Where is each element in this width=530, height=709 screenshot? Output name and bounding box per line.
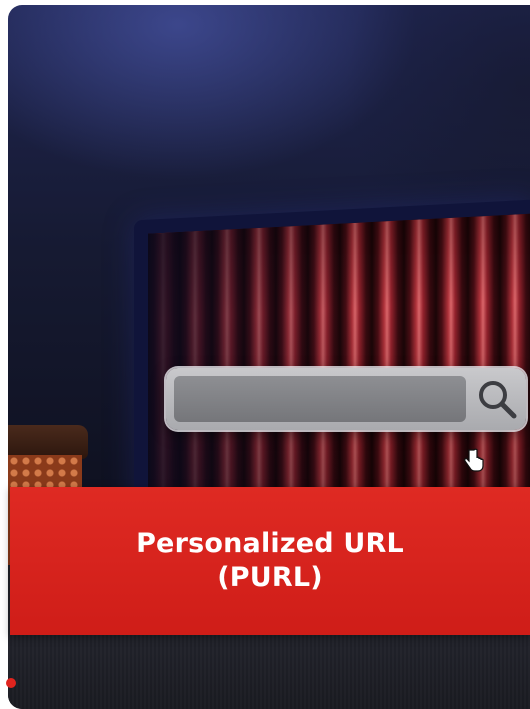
search-bar-graphic: [166, 368, 526, 430]
title-banner[interactable]: Personalized URL (PURL): [10, 487, 530, 635]
search-icon: [479, 381, 517, 419]
hand-cursor-icon: [464, 448, 484, 472]
carousel-indicator-dot[interactable]: [6, 678, 16, 688]
search-field-graphic: [174, 376, 466, 422]
card-title: Personalized URL (PURL): [136, 528, 404, 593]
